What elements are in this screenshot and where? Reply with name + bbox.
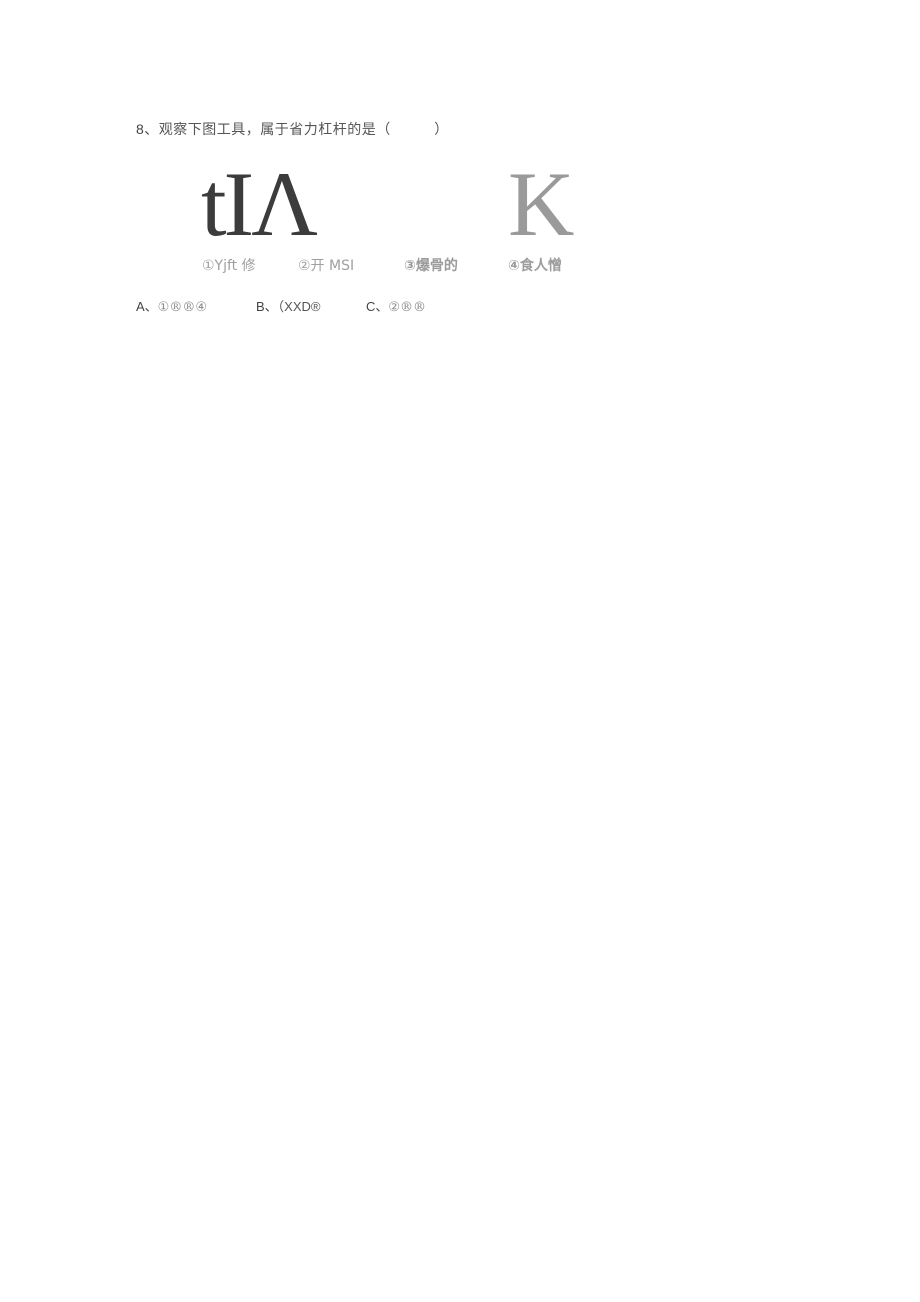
option-a-letter: A、 [136, 299, 158, 314]
tool-label-3: ③爆骨的 [404, 258, 458, 274]
question-number: 8、 [136, 121, 159, 137]
tool-figure-right: K [508, 153, 575, 255]
tool-label-4: ④食人憎 [508, 258, 562, 274]
tool-label-2: ②开 MSI [298, 258, 355, 274]
question-stem: 观察下图工具，属于省力杠杆的是（ ） [158, 122, 449, 138]
option-c[interactable]: C、②®® [366, 296, 426, 315]
option-c-letter: C、 [366, 299, 389, 314]
option-a[interactable]: A、①®®④ [136, 296, 207, 315]
tool-figure-left: tIΛ [201, 153, 318, 255]
option-b-value: （XXD® [277, 299, 321, 314]
tool-label-1: ①Yjft 修 [202, 258, 256, 274]
option-b[interactable]: B、（XXD® [256, 296, 320, 315]
option-c-value: ②®® [388, 300, 427, 315]
question-text: 8、观察下图工具，属于省力杠杆的是（ ） [136, 119, 449, 139]
option-a-value: ①®®④ [157, 300, 207, 315]
option-b-letter: B、 [256, 299, 278, 314]
